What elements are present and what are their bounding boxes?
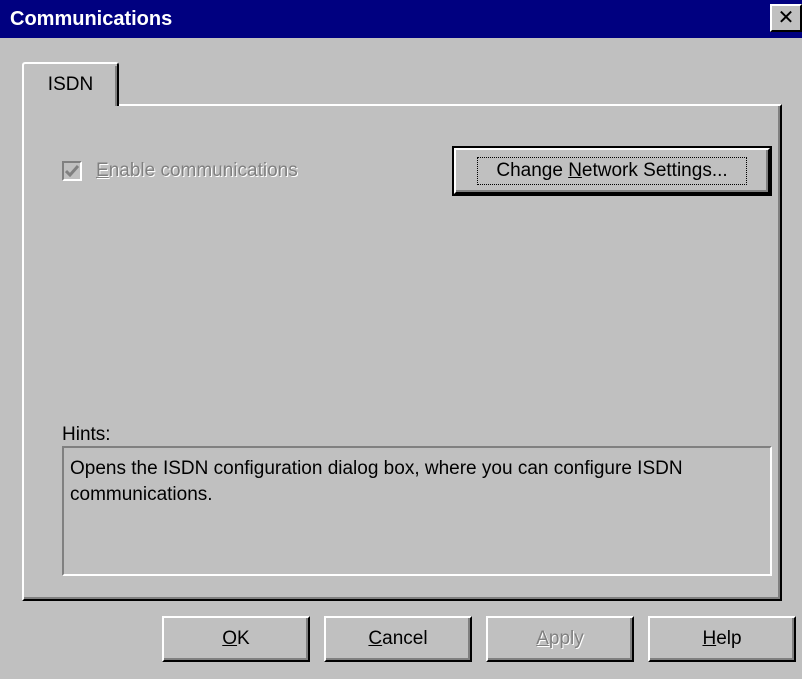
help-button[interactable]: Help	[648, 616, 796, 662]
hints-textbox: Opens the ISDN configuration dialog box,…	[62, 446, 772, 576]
tab-isdn[interactable]: ISDN	[22, 62, 119, 106]
apply-button[interactable]: Apply	[486, 616, 634, 662]
cancel-button[interactable]: Cancel	[324, 616, 472, 662]
hints-text: Opens the ISDN configuration dialog box,…	[70, 458, 683, 505]
enable-communications-checkbox[interactable]: Enable communications	[62, 160, 298, 182]
ok-button[interactable]: OK	[162, 616, 310, 662]
checkmark-icon	[65, 165, 79, 177]
ok-button-label: OK	[222, 628, 250, 649]
help-button-label: Help	[702, 628, 742, 649]
communications-dialog: Communications ✕ ISDN Enable communicati…	[0, 0, 802, 679]
close-button[interactable]: ✕	[770, 4, 802, 32]
window-title: Communications	[10, 8, 173, 30]
change-network-settings-label: Change Network Settings...	[477, 157, 747, 185]
tab-isdn-label: ISDN	[47, 74, 94, 95]
close-icon: ✕	[777, 7, 795, 29]
apply-button-label: Apply	[536, 628, 584, 649]
enable-communications-label: Enable communications	[96, 160, 298, 181]
change-network-settings-button[interactable]: Change Network Settings...	[452, 146, 772, 196]
cancel-button-label: Cancel	[368, 628, 428, 649]
hints-label: Hints:	[62, 424, 111, 445]
title-bar[interactable]: Communications ✕	[0, 0, 802, 38]
checkbox-box[interactable]	[62, 161, 82, 181]
